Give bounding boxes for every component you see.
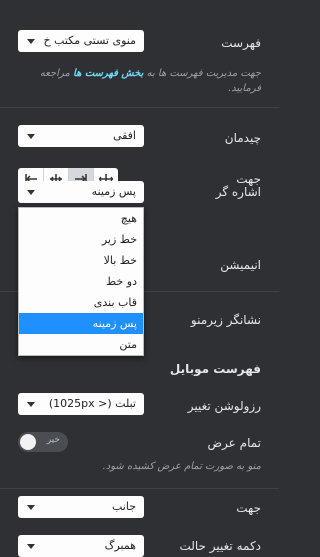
menu-description: جهت مدیریت فهرست ها به بخش فهرست ها مراج…	[39, 68, 261, 94]
layout-label: چیدمان	[224, 131, 261, 145]
toggle-button-select[interactable]: همبرگ	[18, 535, 144, 557]
mobile-direction-value: جانب	[111, 500, 136, 513]
full-width-toggle[interactable]: خیر	[18, 432, 68, 452]
dropdown-option-selected[interactable]: پس زمینه	[19, 313, 143, 334]
chevron-down-icon	[27, 190, 35, 195]
toggle-button-value: همبرگ	[104, 539, 136, 552]
dropdown-option[interactable]: قاب بندی	[19, 292, 143, 313]
breakpoint-select[interactable]: تبلت (< 1025px)	[18, 393, 144, 415]
full-width-label: تمام عرض	[207, 436, 261, 450]
dropdown-option[interactable]: متن	[19, 334, 143, 355]
chevron-down-icon	[27, 402, 35, 407]
direction-label: جهت	[236, 172, 261, 186]
pointer-dropdown-list: هیچ خط زیر خط بالا دو خط قاب بندی پس زمی…	[18, 207, 144, 356]
pointer-select[interactable]: پس زمینه	[18, 181, 144, 203]
full-width-description: منو به صورت تمام عرض کشیده شود.	[102, 461, 261, 472]
divider	[0, 107, 279, 108]
dropdown-option[interactable]: دو خط	[19, 271, 143, 292]
layout-select-value: افقی	[112, 129, 136, 142]
submenu-indicator-label: نشانگر زیرمنو	[190, 313, 261, 327]
menu-select-value: منوی تستی مکتب خ	[43, 34, 136, 47]
menu-label: فهرست	[221, 36, 261, 50]
mobile-section-title: فهرست موبایل	[169, 362, 261, 376]
animation-label: انیمیشن	[220, 258, 261, 272]
chevron-down-icon	[27, 39, 35, 44]
toggle-knob	[20, 434, 36, 450]
toggle-text: خیر	[46, 435, 60, 445]
dropdown-option[interactable]: خط زیر	[19, 229, 143, 250]
divider	[0, 488, 279, 489]
dropdown-option[interactable]: خط بالا	[19, 250, 143, 271]
chevron-down-icon	[27, 505, 35, 510]
settings-panel: فهرست منوی تستی مکتب خ جهت مدیریت فهرست …	[0, 0, 279, 557]
menu-select[interactable]: منوی تستی مکتب خ	[18, 30, 144, 52]
chevron-down-icon	[27, 134, 35, 139]
breakpoint-select-value: تبلت (< 1025px)	[48, 397, 136, 410]
pointer-label: اشاره گر	[215, 185, 261, 199]
pointer-select-value: پس زمینه	[91, 185, 136, 198]
dropdown-option[interactable]: هیچ	[19, 208, 143, 229]
chevron-down-icon	[27, 544, 35, 549]
breakpoint-label: رزولوشن تغییر	[187, 399, 261, 413]
menus-link[interactable]: بخش فهرست ها	[73, 68, 143, 79]
mobile-direction-label: جهت	[236, 501, 261, 515]
mobile-direction-select[interactable]: جانب	[18, 496, 144, 518]
layout-select[interactable]: افقی	[18, 125, 144, 147]
